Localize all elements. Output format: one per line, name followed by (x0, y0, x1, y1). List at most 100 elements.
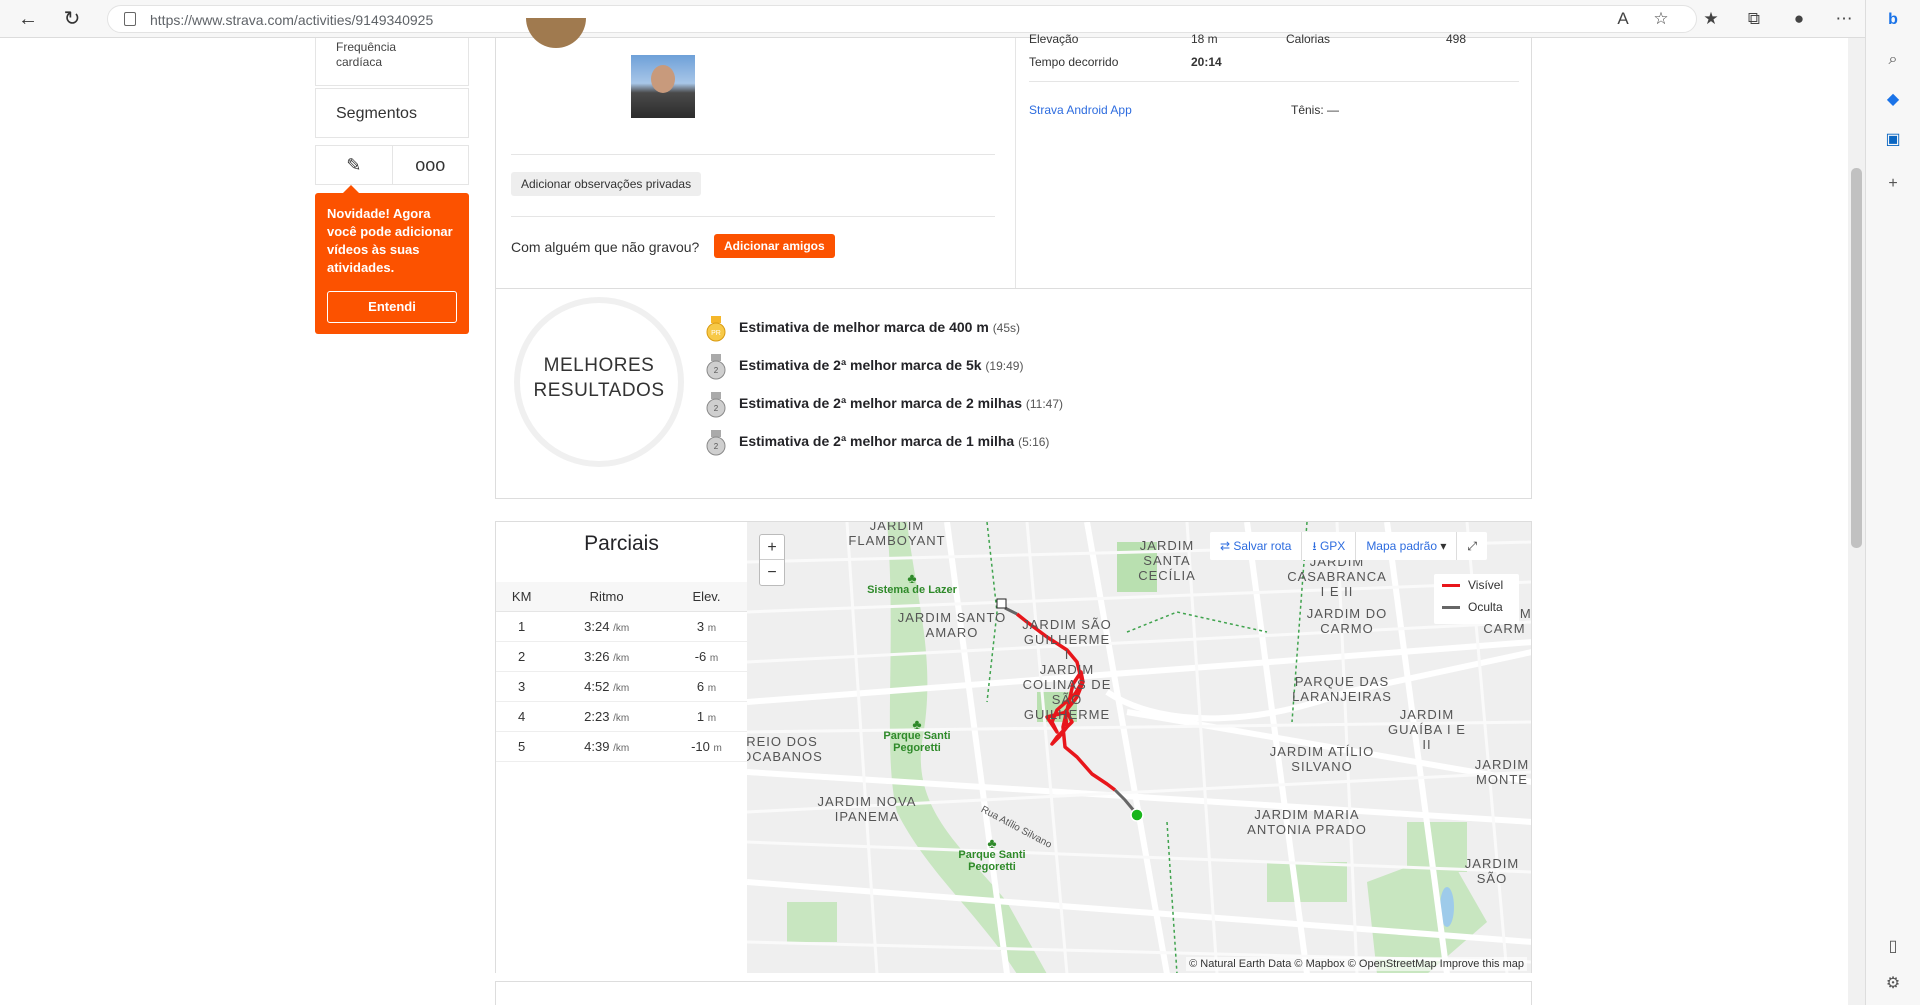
column-header: KM (496, 582, 548, 612)
bing-icon[interactable]: b (1881, 8, 1905, 32)
table-row: 1 3:24 /km 3 m (496, 611, 747, 642)
read-aloud-icon[interactable]: A (1612, 8, 1634, 30)
wreath-icon: MELHORES RESULTADOS (514, 297, 684, 467)
more-icon[interactable]: ⋯ (1833, 8, 1855, 30)
map-attribution[interactable]: © Natural Earth Data © Mapbox © OpenStre… (1186, 957, 1527, 971)
table-row: 4 2:23 /km 1 m (496, 701, 747, 732)
zoom-in-button[interactable]: + (760, 535, 784, 560)
profile-icon[interactable]: ● (1788, 8, 1810, 30)
column-header: Ritmo (547, 582, 666, 612)
table-row: 3 4:52 /km 6 m (496, 671, 747, 702)
park-label: ♣ Parque Santi Pegoretti (877, 716, 957, 754)
calories-value: 498 (1446, 32, 1467, 46)
add-friends-button[interactable]: Adicionar amigos (714, 234, 835, 258)
lock-icon (124, 12, 136, 26)
map-label: JARDIM SANTO AMARO (897, 610, 1007, 640)
page-scrollbar[interactable] (1848, 38, 1865, 1005)
favorite-icon[interactable]: ☆ (1650, 8, 1672, 30)
private-notes-button[interactable]: Adicionar observações privadas (511, 172, 702, 196)
nav-segments-label: Segmentos (336, 105, 417, 122)
got-it-button[interactable]: Entendi (327, 291, 457, 323)
calories-label: Calorias (1286, 32, 1331, 46)
elapsed-label: Tempo decorrido (1029, 55, 1119, 69)
edit-icon[interactable]: ✎ (316, 146, 393, 184)
legend-visible: Visível (1468, 578, 1504, 592)
column-header: Elev. (665, 582, 747, 612)
map-label: JARDIM COLINAS DE SÃO GUILHERME (1022, 662, 1112, 722)
map-style-dropdown[interactable]: Mapa padrão ▾ (1356, 532, 1458, 560)
map-label: JARDIM MARIA ANTONIA PRADO (1247, 807, 1367, 837)
browser-toolbar: ← ↻ https://www.strava.com/activities/91… (0, 0, 1920, 38)
new-feature-popup: Novidade! Agora você pode adicionar víde… (315, 185, 469, 334)
address-bar[interactable]: https://www.strava.com/activities/914934… (107, 5, 1697, 33)
nav-segments[interactable]: Segmentos (315, 88, 469, 138)
map-label: JARDIM SÃO GUILHERME I (1022, 617, 1112, 662)
back-icon[interactable]: ← (16, 7, 40, 31)
map-label: JARDIM GUAÍBA I E II (1388, 707, 1466, 752)
device-link[interactable]: Strava Android App (1029, 103, 1132, 117)
refresh-icon[interactable]: ↻ (60, 7, 84, 31)
legend-swatch (1442, 605, 1460, 609)
map-label: JARDIM SÃO (1464, 856, 1520, 886)
gpx-button[interactable]: ⭳ GPX (1302, 532, 1357, 560)
nav-heart-rate[interactable]: Frequência cardíaca (315, 38, 469, 86)
tree-icon: ♣ (907, 570, 917, 586)
map-label: JARDIM ATÍLIO SILVANO (1269, 744, 1375, 774)
svg-text:2: 2 (714, 404, 719, 413)
elapsed-value: 20:14 (1191, 55, 1222, 69)
scrollbar-thumb[interactable] (1851, 168, 1862, 548)
svg-text:2: 2 (714, 366, 719, 375)
save-route-button[interactable]: ⇄ Salvar rota (1210, 532, 1303, 560)
silver-medal-icon: 2 (706, 430, 726, 456)
achievement-item: Estimativa de 2ª melhor marca de 5k (19:… (739, 357, 1024, 373)
map-label: JARDIM MONTE (1474, 757, 1530, 787)
park-label: ♣ Parque Santi Pegoretti (952, 835, 1032, 873)
collections-icon[interactable]: ⧉ (1743, 8, 1765, 30)
best-efforts-title-2: RESULTADOS (533, 380, 665, 401)
url-text: https://www.strava.com/activities/914934… (150, 12, 434, 28)
elevation-label: Elevação (1029, 32, 1079, 46)
activity-side-nav: Frequência cardíaca Segmentos (315, 38, 469, 138)
splits-title: Parciais (584, 532, 659, 555)
map-label: REIO DOS OCABANOS (747, 734, 823, 764)
map-label: PARQUE DAS LARANJEIRAS (1292, 674, 1392, 704)
fullscreen-icon: ⤢ (1467, 539, 1477, 553)
elevation-value: 18 m (1191, 32, 1218, 46)
settings-icon[interactable]: ⚙ (1881, 972, 1905, 996)
with-someone-text: Com alguém que não gravou? (511, 239, 700, 255)
map-label: JARDIM FLAMBOYANT (848, 521, 946, 548)
silver-medal-icon: 2 (706, 392, 726, 418)
add-icon[interactable]: + (1881, 172, 1905, 196)
download-icon: ⭳ (1312, 539, 1320, 553)
map-legend: Visível Oculta (1434, 574, 1519, 624)
gold-medal-icon: PR (706, 316, 726, 342)
browser-sidebar: b ⌕ ◆ ▣ + ▯ ⚙ (1865, 0, 1920, 1005)
tree-icon: ♣ (912, 716, 922, 732)
popup-message: Novidade! Agora você pode adicionar víde… (327, 206, 453, 275)
fullscreen-button[interactable]: ⤢ (1457, 532, 1487, 560)
shoes-info: Tênis: — (1291, 103, 1340, 117)
activity-photo[interactable] (631, 55, 695, 118)
zoom-out-button[interactable]: − (760, 560, 784, 585)
map-label: JARDIM NOVA IPANEMA (817, 794, 917, 824)
best-efforts-section: MELHORES RESULTADOS PR 2 2 2 Estimativa … (495, 288, 1532, 499)
achievement-item: Estimativa de melhor marca de 400 m (45s… (739, 319, 1021, 335)
park-label: ♣ Sistema de Lazer (862, 570, 962, 596)
splits-panel: Parciais KM Ritmo Elev. 1 3:24 /km 3 m 2 3:… (495, 521, 747, 973)
sidebar-toggle-icon[interactable]: ▯ (1881, 935, 1905, 959)
svg-text:2: 2 (714, 442, 719, 451)
legend-swatch (1442, 583, 1460, 587)
next-section (495, 981, 1532, 1005)
silver-medal-icon: 2 (706, 354, 726, 380)
outlook-icon[interactable]: ▣ (1881, 128, 1905, 152)
more-options-icon[interactable]: ooo (393, 146, 469, 184)
route-map[interactable]: JARDIM FLAMBOYANT JARDIM SANTO AMARO JAR… (747, 521, 1532, 973)
search-icon[interactable]: ⌕ (1881, 48, 1905, 72)
svg-text:PR: PR (711, 330, 721, 337)
action-buttons: ✎ ooo (315, 145, 469, 185)
activity-summary-card: Adicionar observações privadas Com algué… (495, 18, 1532, 288)
tree-icon: ♣ (987, 835, 997, 851)
shopping-icon[interactable]: ◆ (1881, 88, 1905, 112)
achievement-item: Estimativa de 2ª melhor marca de 1 milha… (739, 433, 1050, 449)
favorites-list-icon[interactable]: ★ (1700, 8, 1722, 30)
